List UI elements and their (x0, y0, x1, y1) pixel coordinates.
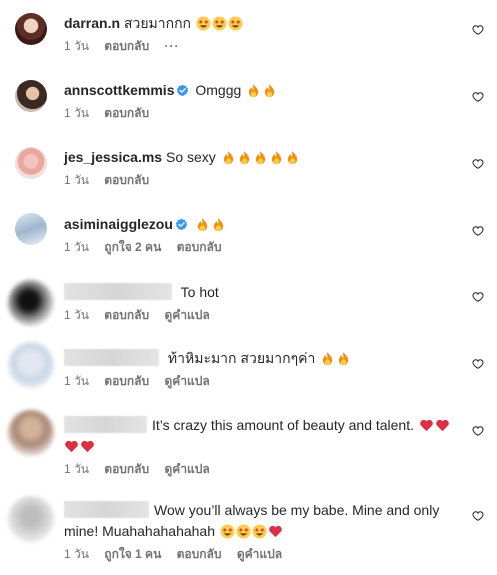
reply-button[interactable]: ตอบกลับ (104, 462, 149, 476)
blurred-username[interactable] (64, 501, 149, 518)
comment-time[interactable]: 1 วัน (64, 374, 89, 388)
verified-badge-icon (176, 84, 189, 97)
star-eyes-emoji-icon (196, 16, 211, 31)
avatar[interactable] (8, 280, 54, 326)
comment-time[interactable]: 1 วัน (64, 240, 89, 254)
username[interactable]: darran.n (64, 15, 120, 31)
comment-text-continued: mine! Muahahahahahah (64, 523, 216, 539)
avatar[interactable] (8, 410, 54, 456)
like-heart-icon[interactable] (472, 358, 484, 370)
username[interactable]: asiminaigglezou (64, 216, 173, 232)
see-translation-button[interactable]: ดูคำแปล (165, 308, 210, 322)
fire-emoji-icon (237, 150, 252, 165)
star-eyes-emoji-icon (228, 16, 243, 31)
fire-emoji-icon (269, 150, 284, 165)
red-heart-emoji-icon (435, 418, 450, 433)
like-heart-icon[interactable] (472, 91, 484, 103)
like-count[interactable]: ถูกใจ 1 คน (104, 547, 161, 561)
avatar[interactable] (15, 80, 47, 112)
like-count[interactable]: ถูกใจ 2 คน (104, 240, 161, 254)
reply-button[interactable]: ตอบกลับ (104, 39, 149, 53)
fire-emoji-icon (262, 83, 277, 98)
blurred-username[interactable] (64, 283, 172, 300)
fire-emoji-icon (285, 150, 300, 165)
comment-text: It’s crazy this amount of beauty and tal… (152, 417, 415, 433)
fire-emoji-icon (221, 150, 236, 165)
username[interactable]: jes_jessica.ms (64, 149, 162, 165)
comment-time[interactable]: 1 วัน (64, 547, 89, 561)
comment-time[interactable]: 1 วัน (64, 308, 89, 322)
star-eyes-emoji-icon (236, 524, 251, 539)
comment-text: Omggg (195, 82, 242, 98)
blurred-username[interactable] (64, 416, 147, 433)
fire-emoji-icon (211, 217, 226, 232)
fire-emoji-icon (195, 217, 210, 232)
like-heart-icon[interactable] (472, 158, 484, 170)
comment-time[interactable]: 1 วัน (64, 462, 89, 476)
star-eyes-emoji-icon (220, 524, 235, 539)
avatar[interactable] (15, 213, 47, 245)
reply-button[interactable]: ตอบกลับ (104, 173, 149, 187)
see-translation-button[interactable]: ดูคำแปล (165, 462, 210, 476)
username[interactable]: annscottkemmis (64, 82, 174, 98)
comment-text: So sexy (165, 149, 216, 165)
comment-time[interactable]: 1 วัน (64, 39, 89, 53)
comment-text: To hot (180, 284, 219, 300)
see-translation-button[interactable]: ดูคำแปล (237, 547, 282, 561)
comment-text: สวยมากกก (123, 15, 192, 31)
avatar[interactable] (15, 147, 47, 179)
comment-time[interactable]: 1 วัน (64, 106, 89, 120)
avatar[interactable] (8, 342, 54, 388)
star-eyes-emoji-icon (252, 524, 267, 539)
fire-emoji-icon (246, 83, 261, 98)
red-heart-emoji-icon (268, 524, 283, 539)
avatar[interactable] (15, 13, 47, 45)
like-heart-icon[interactable] (472, 24, 484, 36)
reply-button[interactable]: ตอบกลับ (104, 308, 149, 322)
red-heart-emoji-icon (64, 439, 79, 454)
more-options-icon[interactable]: ··· (165, 39, 180, 53)
reply-button[interactable]: ตอบกลับ (177, 547, 222, 561)
red-heart-emoji-icon (80, 439, 95, 454)
reply-button[interactable]: ตอบกลับ (177, 240, 222, 254)
red-heart-emoji-icon (419, 418, 434, 433)
like-heart-icon[interactable] (472, 291, 484, 303)
reply-button[interactable]: ตอบกลับ (104, 374, 149, 388)
fire-emoji-icon (320, 351, 335, 366)
fire-emoji-icon (336, 351, 351, 366)
blurred-username[interactable] (64, 349, 159, 366)
see-translation-button[interactable]: ดูคำแปล (165, 374, 210, 388)
like-heart-icon[interactable] (472, 225, 484, 237)
star-eyes-emoji-icon (212, 16, 227, 31)
fire-emoji-icon (253, 150, 268, 165)
verified-badge-icon (175, 218, 188, 231)
comment-text: Wow you’ll always be my babe. Mine and o… (154, 502, 440, 518)
reply-button[interactable]: ตอบกลับ (104, 106, 149, 120)
comment-text: ท้าหิมะมาก สวยมากๆค่า (167, 350, 316, 366)
like-heart-icon[interactable] (472, 510, 484, 522)
like-heart-icon[interactable] (472, 425, 484, 437)
comment-time[interactable]: 1 วัน (64, 173, 89, 187)
avatar[interactable] (8, 496, 54, 542)
